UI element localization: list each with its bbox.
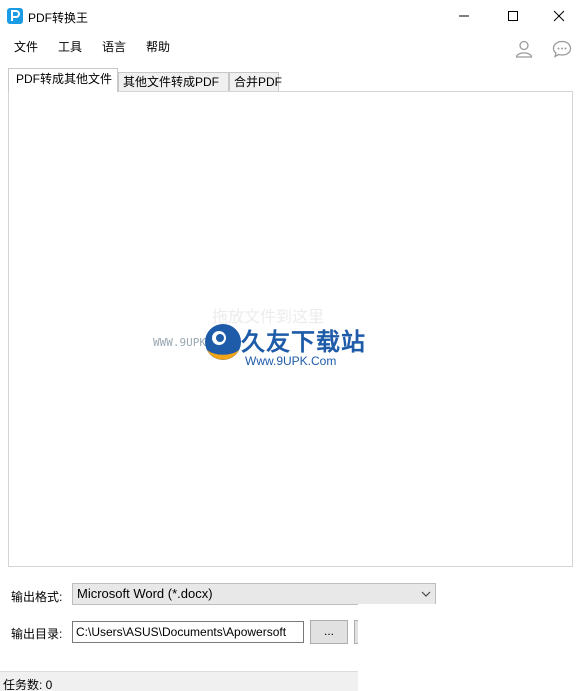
background-area <box>358 604 580 691</box>
chevron-down-icon <box>421 591 431 597</box>
output-dir-input[interactable]: C:\Users\ASUS\Documents\Apowersoft <box>72 621 304 643</box>
minimize-icon <box>459 15 469 17</box>
watermark: WWW.9UPK.COM 久友下载站 Www.9UPK.Com <box>153 320 383 380</box>
window-title: PDF转换王 <box>28 11 89 25</box>
watermark-logo-icon <box>205 324 241 360</box>
menu-bar: 文件 工具 语言 帮助 <box>0 32 580 60</box>
tab-strip: PDF转成其他文件 其他文件转成PDF 合并PDF <box>8 68 573 92</box>
output-format-select[interactable]: Microsoft Word (*.docx) <box>72 583 436 605</box>
output-dir-label: 输出目录: <box>11 627 63 641</box>
menu-help[interactable]: 帮助 <box>146 38 170 55</box>
output-format-value: Microsoft Word (*.docx) <box>77 586 213 601</box>
title-bar: PDF转换王 <box>0 0 580 32</box>
close-button[interactable] <box>536 0 580 32</box>
chat-icon[interactable] <box>552 40 572 58</box>
maximize-button[interactable] <box>490 0 536 32</box>
output-format-label: 输出格式: <box>11 590 63 604</box>
maximize-icon <box>508 11 518 21</box>
status-bar: 任务数: 0 <box>0 671 358 691</box>
menu-tools[interactable]: 工具 <box>58 38 82 55</box>
app-logo-icon <box>7 8 23 24</box>
user-icon[interactable] <box>514 39 534 59</box>
task-count: 任务数: 0 <box>3 678 53 691</box>
tab-pdf-to-other[interactable]: PDF转成其他文件 <box>8 68 118 92</box>
watermark-brand: 久友下载站 <box>241 328 366 356</box>
tab-merge-pdf[interactable]: 合并PDF <box>229 72 282 91</box>
tab-other-to-pdf[interactable]: 其他文件转成PDF <box>118 72 229 91</box>
menu-file[interactable]: 文件 <box>14 38 38 55</box>
close-icon <box>553 10 565 22</box>
watermark-url: Www.9UPK.Com <box>245 354 337 368</box>
minimize-button[interactable] <box>441 0 487 32</box>
browse-button[interactable]: ... <box>310 620 348 644</box>
menu-language[interactable]: 语言 <box>102 38 126 55</box>
